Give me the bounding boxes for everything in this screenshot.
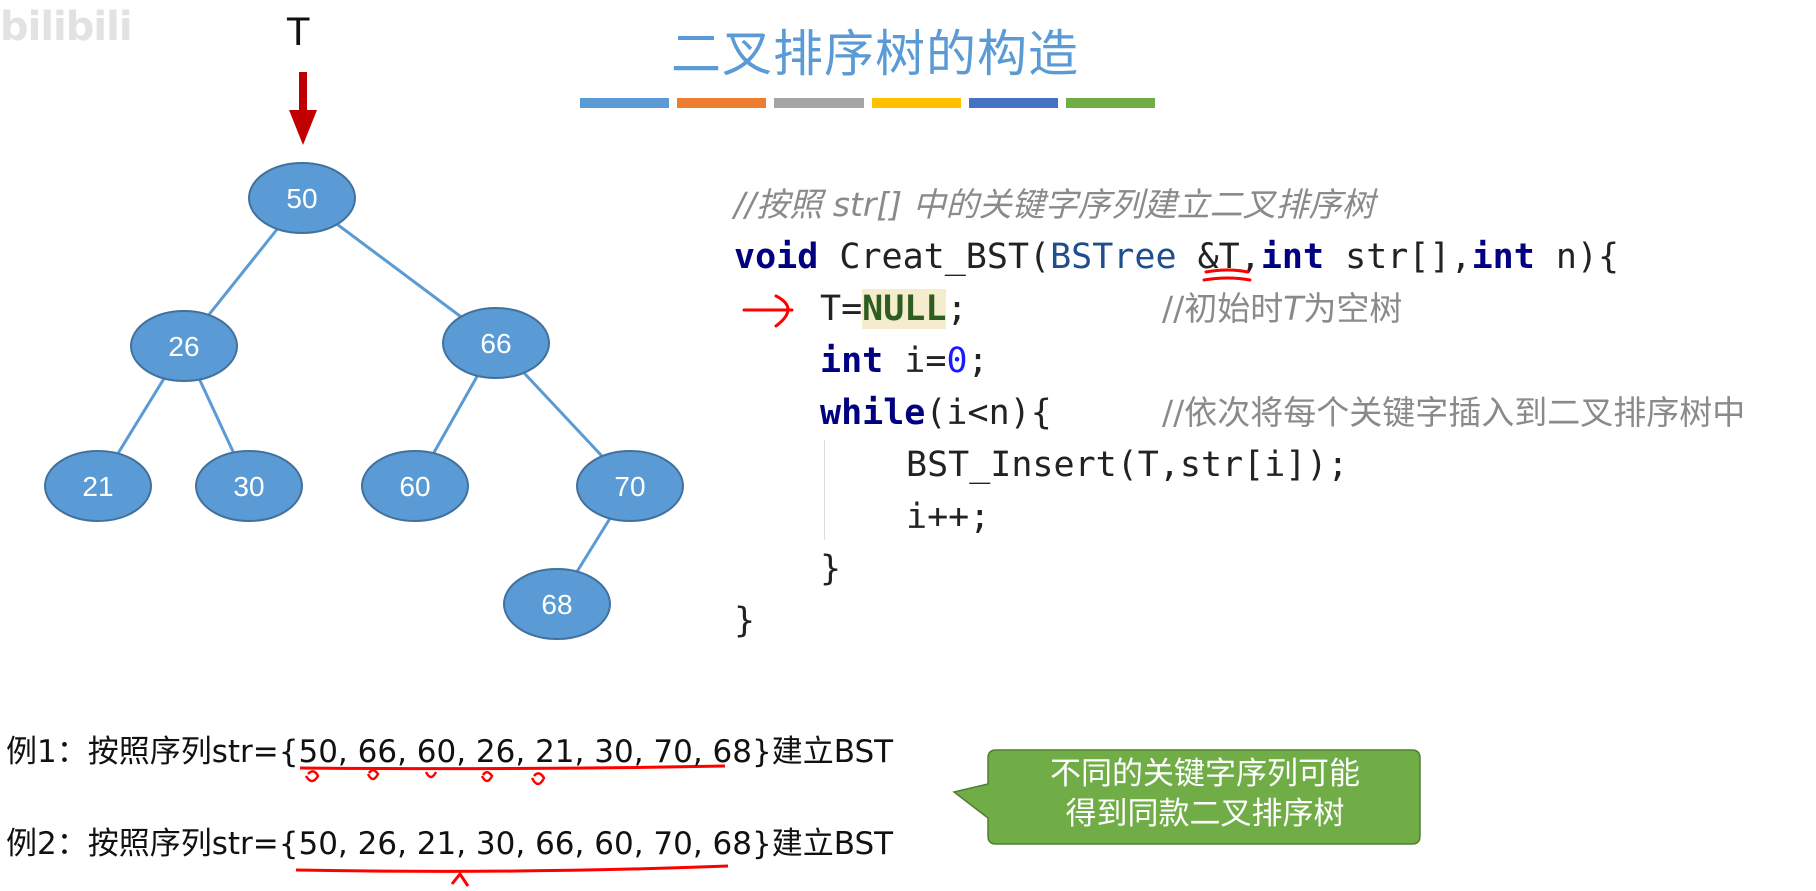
example-1-text: 例1：按照序列str={50, 66, 60, 26, 21, 30, 70, … — [6, 734, 894, 770]
code-comment: //按照 str[] 中的关键字序列建立二叉排序树 — [734, 185, 1375, 224]
code-keyword-void: void — [734, 237, 819, 277]
example-2-text: 例2：按照序列str={50, 26, 21, 30, 66, 60, 70, … — [6, 826, 894, 862]
code-line-while-comment: //依次将每个关键字插入到二叉排序树中 — [1162, 388, 1745, 438]
code-line-int-i: int i=0; — [820, 336, 989, 386]
callout-line-2: 得到同款二叉排序树 — [1065, 796, 1345, 832]
example1-loop-marks — [304, 769, 546, 786]
tree-node-label: 66 — [480, 328, 511, 359]
code-line-insert: BST_Insert(T,str[i]); — [906, 440, 1349, 490]
code-null-highlight: NULL — [862, 289, 947, 329]
code-type-bstree: BSTree — [1050, 237, 1177, 277]
color-bar-segment — [1065, 98, 1156, 108]
tree-node: 66 — [442, 307, 550, 379]
code-line-comment: //按照 str[] 中的关键字序列建立二叉排序树 — [734, 180, 1375, 230]
code-param-str: str[], — [1324, 237, 1472, 277]
code-keyword-while: while — [820, 393, 926, 433]
code-line-close-fn: } — [734, 596, 755, 646]
tree-node-label: 21 — [82, 471, 113, 502]
tree-node: 60 — [361, 450, 469, 522]
callout-line-1: 不同的关键字序列可能 — [1050, 756, 1360, 792]
code-fn-name: Creat_BST( — [818, 237, 1051, 277]
tree-node: 68 — [503, 568, 611, 640]
code-text: } — [820, 549, 842, 589]
code-keyword-int: int — [1260, 237, 1325, 277]
code-number: 0 — [946, 341, 968, 381]
tree-node-label: 68 — [541, 589, 572, 620]
code-param-ref: &T, — [1176, 237, 1261, 277]
callout-bubble: 不同的关键字序列可能 得到同款二叉排序树 — [950, 748, 1425, 848]
tree-node: 50 — [248, 162, 356, 234]
example2-tick-mark — [450, 871, 470, 887]
color-bar-segment — [871, 98, 961, 108]
code-text: i= — [883, 341, 947, 381]
bst-diagram: 50 26 66 21 30 60 70 68 — [44, 72, 684, 640]
code-keyword-int: int — [820, 341, 884, 381]
tree-nodes: 50 26 66 21 30 60 70 68 — [44, 162, 684, 640]
code-text: } — [734, 601, 756, 641]
hand-arrow-annotation — [742, 294, 794, 328]
indent-guide — [824, 440, 825, 540]
code-line-init: T=NULL; — [820, 284, 968, 334]
tree-node: 30 — [195, 450, 303, 522]
code-line-init-comment: //初始时T为空树 — [1162, 284, 1402, 334]
code-text: BST_Insert(T,str[i]); — [906, 445, 1349, 485]
code-param-n: n){ — [1534, 237, 1620, 277]
root-arrow-head — [289, 110, 317, 145]
code-keyword-int: int — [1471, 237, 1535, 277]
code-text: i++; — [906, 497, 991, 537]
code-line-close-while: } — [820, 544, 841, 594]
code-comment: //依次将每个关键字插入到二叉排序树中 — [1162, 393, 1746, 432]
tree-node: 70 — [576, 450, 684, 522]
tree-node-label: 26 — [168, 331, 199, 362]
example2-underline-annotation — [295, 864, 729, 873]
code-text: (i<n){ — [925, 393, 1052, 433]
callout-text: 不同的关键字序列可能 得到同款二叉排序树 — [990, 754, 1420, 834]
code-text: T= — [820, 289, 863, 329]
color-bar-segment — [774, 98, 864, 108]
code-text: ; — [967, 341, 989, 381]
code-comment: //初始时 — [1162, 289, 1284, 328]
color-bar-segment — [968, 98, 1058, 108]
code-line-while: while(i<n){ — [820, 388, 1052, 438]
tree-node-label: 50 — [286, 183, 317, 214]
tree-node-label: 30 — [233, 471, 264, 502]
tree-node: 21 — [44, 450, 152, 522]
code-comment: 为空树 — [1303, 289, 1403, 328]
code-comment-t: T — [1283, 289, 1304, 328]
code-line-increment: i++; — [906, 492, 990, 542]
tree-node-label: 60 — [399, 471, 430, 502]
code-line-signature: void Creat_BST(BSTree &T,int str[],int n… — [734, 232, 1619, 282]
code-text: ; — [946, 289, 968, 329]
tree-node-label: 70 — [614, 471, 645, 502]
tree-node: 26 — [130, 310, 238, 382]
tree-edges — [96, 196, 632, 605]
